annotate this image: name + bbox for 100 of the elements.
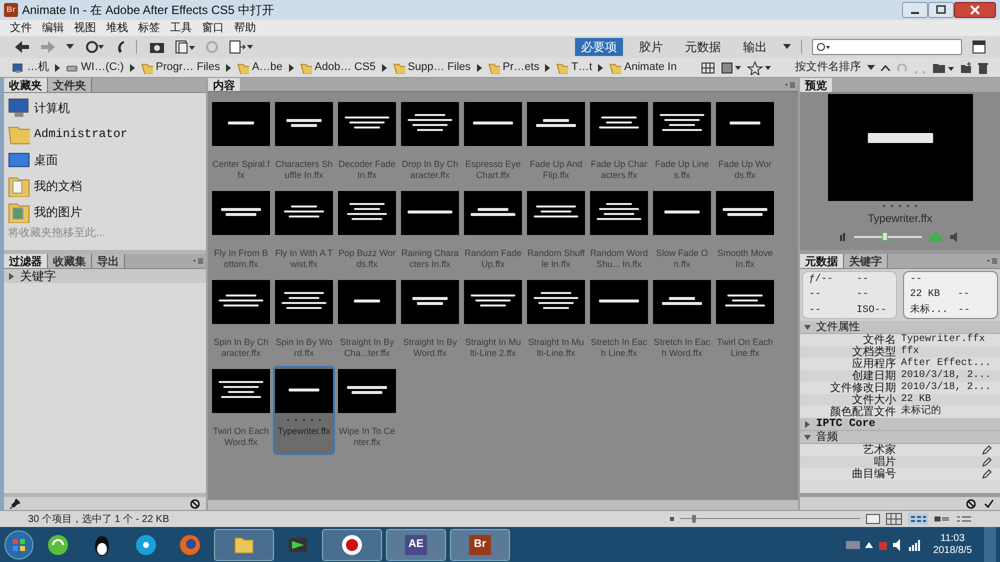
path-segment[interactable]: Supp… Files [408,59,471,76]
path-segment[interactable]: …机 [27,59,49,76]
summary-value: ƒ/-- [809,272,834,288]
clear-filter-icon[interactable] [190,498,200,508]
taskbar-button[interactable]: AE [386,528,446,560]
tray-expand-icon[interactable] [865,542,874,548]
summary-value: -- [809,304,822,318]
file-name: Straight In Multi-Line.ffx [527,337,585,359]
workspace-tab[interactable]: 元数据 [679,38,727,56]
star-filter-icon[interactable] [747,60,771,74]
speaker-icon[interactable] [950,232,960,242]
menu-item[interactable]: 工具 [170,20,192,36]
panel-tab[interactable]: 收藏夹 [4,78,48,92]
section-header[interactable]: 文件属性 [800,321,1000,334]
path-segment[interactable]: Adob… CS5 [314,59,376,76]
grid-view-icon[interactable] [701,62,715,74]
caret-icon[interactable] [66,44,74,50]
scrollbar-track[interactable] [208,500,798,510]
clock-time[interactable]: 11:03 [940,532,965,544]
apply-icon[interactable] [984,498,994,508]
clock-date[interactable]: 2018/8/5 [933,544,972,556]
favorite-item[interactable]: 我的图片 [34,203,82,221]
path-segment[interactable]: Progr… Files [156,59,220,76]
section-header[interactable]: 音频 [800,431,1000,444]
menu-item[interactable]: 帮助 [234,20,256,36]
favorite-item[interactable]: 桌面 [34,151,58,169]
chevron-right-icon[interactable] [476,64,482,72]
close-icon[interactable] [954,2,996,18]
section-header[interactable]: IPTC Core [800,418,1000,431]
pencil-icon[interactable] [982,445,992,455]
search-field[interactable] [812,39,962,55]
caret-icon[interactable] [783,44,791,50]
thumbnail-view-icon[interactable] [908,513,928,525]
pin-icon[interactable] [10,498,20,508]
summary-value: -- [856,288,870,302]
menu-item[interactable]: 视图 [74,20,96,36]
details-view-icon[interactable] [934,514,950,524]
new-file-icon[interactable] [229,40,253,54]
thumbnail-size-slider[interactable] [680,515,860,523]
camera-icon[interactable] [147,40,165,54]
filter-section-header[interactable]: 关键字 [4,269,206,283]
history-icon[interactable] [84,40,104,54]
workspace-tab[interactable]: 必要项 [575,38,623,56]
panel-tab[interactable]: 内容 [208,78,240,91]
slider-thumb[interactable] [882,232,888,240]
panel-tab[interactable]: 关键字 [844,254,888,268]
workspace-tab[interactable]: 输出 [737,38,773,56]
favorite-item[interactable]: 我的文档 [34,177,82,195]
menu-item[interactable]: 文件 [10,20,32,36]
lock-grid-icon[interactable] [886,513,902,525]
back-arrow-icon[interactable] [14,40,30,54]
signal-icon[interactable] [909,538,922,550]
path-segment[interactable]: Animate In [624,59,677,76]
favorite-item[interactable]: Administrator [34,125,128,143]
pause-icon[interactable] [840,232,846,240]
copy-icon[interactable] [175,40,195,54]
path-segment[interactable]: A…be [252,59,283,76]
sort-dropdown[interactable]: 按文件名排序 [795,59,861,76]
trash-icon[interactable] [978,62,988,74]
sort-ascending-icon[interactable] [881,64,890,70]
metadata-label: 创建日期 [851,370,896,382]
panel-tab[interactable]: 导出 [92,254,125,268]
chevron-right-icon[interactable] [545,64,550,72]
chevron-right-icon[interactable] [130,64,135,72]
new-folder-icon[interactable] [960,62,972,74]
panel-tab[interactable]: 过滤器 [4,254,48,268]
pictures-folder-icon [8,201,30,223]
maximize-icon[interactable] [928,2,954,18]
pencil-icon[interactable] [982,457,992,467]
pencil-icon[interactable] [982,469,992,479]
minimize-icon[interactable] [902,2,928,18]
summary-value: 未标... [910,302,944,318]
panel-tab[interactable]: 收藏集 [48,254,92,268]
panel-tab[interactable]: 元数据 [800,254,844,268]
chevron-right-icon[interactable] [288,64,294,72]
summary-value: -- [958,304,972,318]
path-segment[interactable]: Pr…ets [502,59,540,76]
caret-icon[interactable] [867,64,875,70]
path-segment[interactable]: WI…(C:) [81,59,124,76]
folder-menu-icon[interactable] [932,62,954,74]
chevron-right-icon[interactable] [226,64,231,72]
slider-thumb[interactable] [692,515,696,523]
menu-item[interactable]: 编辑 [42,20,64,36]
cancel-icon[interactable] [966,498,976,508]
menu-item[interactable]: 窗口 [202,20,224,36]
menu-item[interactable]: 标签 [138,20,160,36]
chevron-right-icon[interactable] [598,64,604,72]
chevron-right-icon[interactable] [55,64,60,72]
panel-tab[interactable]: 文件夹 [48,78,92,92]
compact-mode-icon[interactable] [972,40,986,54]
workspace-tab[interactable]: 胶片 [633,38,669,56]
taskbar-button[interactable]: Br [450,528,510,560]
chevron-right-icon[interactable] [382,64,387,72]
panel-tab[interactable]: 预览 [800,78,832,92]
start-button[interactable] [4,530,34,560]
thumbnail-quality-icon[interactable] [721,62,741,74]
list-view-icon[interactable] [956,514,972,524]
favorite-item[interactable]: 计算机 [34,99,70,117]
menu-item[interactable]: 堆栈 [106,20,128,36]
path-segment[interactable]: T…t [571,59,592,76]
